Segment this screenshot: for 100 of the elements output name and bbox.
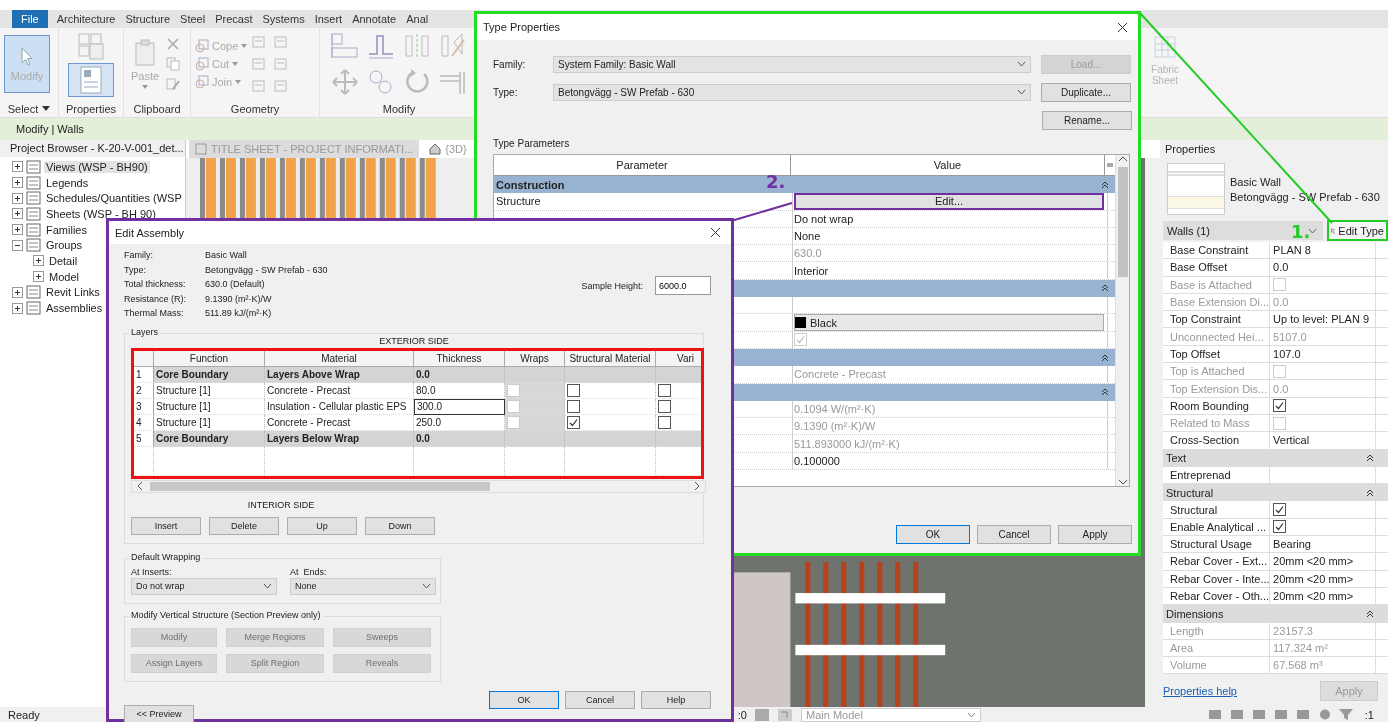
property-name: Structural Usage — [1163, 536, 1271, 553]
column-header: Material — [265, 350, 414, 367]
column-header: Parameter — [494, 155, 791, 175]
layer-button[interactable]: Delete — [209, 516, 279, 535]
property-value[interactable]: Bearing — [1273, 538, 1311, 551]
property-name: Base Offset — [1163, 259, 1271, 276]
browser-title: Project Browser - K-20-V-001_det... — [0, 140, 185, 157]
property-name: Rebar Cover - Oth... — [1163, 587, 1271, 605]
parameter-value[interactable]: Interior — [794, 264, 829, 277]
table-cell: Structure [1] — [154, 414, 265, 431]
parameter-value[interactable]: None — [794, 230, 821, 243]
filter-count: :1 — [1364, 708, 1375, 721]
ribbon-tab[interactable]: Structure — [120, 10, 176, 28]
column-header: Function — [154, 350, 265, 367]
ribbon-tab[interactable]: Anal — [401, 10, 434, 28]
ribbon-tab[interactable]: Annotate — [347, 10, 402, 28]
dialog-button[interactable]: Cancel — [977, 525, 1051, 544]
properties-help-link[interactable]: Properties help — [1163, 685, 1237, 698]
duplicate-button[interactable]: Duplicate... — [1041, 82, 1131, 102]
column-header: Value — [791, 155, 1105, 175]
ribbon-tab[interactable]: Insert — [309, 10, 348, 28]
property-value[interactable]: 107.0 — [1273, 347, 1301, 360]
property-value[interactable]: PLAN 8 — [1273, 244, 1311, 257]
ribbon-tab[interactable]: Precast — [210, 10, 258, 28]
property-value[interactable]: 20mm <20 mm> — [1273, 555, 1354, 568]
property-value[interactable]: 0.0 — [1273, 261, 1289, 274]
preview-button[interactable]: << Preview — [124, 704, 194, 722]
group-header: Text — [1166, 452, 1187, 465]
table-cell: Structure [1] — [154, 398, 265, 415]
parameter-value[interactable]: Do not wrap — [794, 212, 854, 225]
tree-item[interactable]: Schedules/Quantities (WSP — [0, 190, 185, 207]
dialog-button[interactable]: Apply — [1058, 525, 1132, 544]
status-text: Ready — [8, 708, 40, 721]
color-button[interactable]: Black — [794, 314, 1104, 332]
thickness-field[interactable]: 300.0 — [414, 398, 505, 415]
dialog-title: Edit Assembly — [115, 226, 185, 239]
group-title: Default Wrapping — [129, 551, 203, 562]
column-header: Thickness — [414, 350, 505, 367]
ribbon-tab[interactable]: Architecture — [51, 10, 121, 28]
property-name: Base Constraint — [1163, 242, 1271, 259]
info-label: Type: — [124, 264, 147, 275]
tree-item[interactable]: Sheets (WSP - BH 90) — [0, 206, 185, 222]
layer-button[interactable]: Down — [365, 516, 435, 535]
layer-button[interactable]: Insert — [131, 516, 201, 535]
panel-title: Select — [0, 100, 58, 117]
info-value: 9.1390 (m²·K)/W — [205, 293, 273, 304]
property-name: Cross-Section — [1163, 432, 1271, 449]
type-family: Basic Wall — [1230, 175, 1282, 188]
sample-height-field[interactable]: 6000.0 — [655, 276, 711, 295]
tree-item[interactable]: Legends — [0, 174, 185, 191]
dialog-button[interactable]: OK — [896, 525, 970, 544]
dialog-title: Type Properties — [483, 21, 561, 33]
table-cell: Structure [1] — [154, 382, 265, 399]
ribbon-tab[interactable]: Steel — [175, 10, 211, 28]
dialog-button[interactable]: OK — [489, 690, 559, 709]
edit-type-button[interactable]: Edit Type — [1327, 220, 1388, 241]
context-label: Modify | Walls — [16, 123, 84, 135]
rename-button[interactable]: Rename... — [1042, 110, 1132, 130]
worksets-count: :0 — [737, 708, 747, 721]
property-value[interactable]: 20mm <20 mm> — [1273, 590, 1354, 603]
wrap-ends-dropdown[interactable]: None — [290, 577, 436, 595]
wrap-inserts-dropdown[interactable]: Do not wrap — [131, 577, 277, 595]
property-name: Volume — [1163, 657, 1271, 674]
property-name: Base is Attached — [1163, 276, 1271, 293]
property-name: Length — [1163, 622, 1271, 639]
group-title: Modify Vertical Structure (Section Preview only) — [129, 609, 323, 620]
group-header: Dimensions — [1166, 607, 1224, 620]
tree-item[interactable]: Views (WSP - BH90) — [0, 159, 185, 175]
property-value[interactable]: Up to level: PLAN 9 — [1273, 313, 1370, 326]
dialog-button[interactable]: Cancel — [565, 690, 635, 709]
type-dropdown[interactable]: Betongvägg - SW Prefab - 630 — [553, 83, 1031, 101]
property-value[interactable]: 20mm <20 mm> — [1273, 572, 1354, 585]
info-label: Family: — [124, 250, 154, 261]
property-name: Top is Attached — [1163, 363, 1271, 380]
column-header: Structural Material — [565, 350, 656, 367]
property-name: Base Extension Di... — [1163, 293, 1271, 311]
property-value[interactable]: Vertical — [1273, 434, 1310, 447]
panel-title: Modify — [381, 101, 417, 117]
layer-button[interactable]: Up — [287, 516, 357, 535]
dialog-button[interactable]: Help — [641, 690, 711, 709]
panel-title: Clipboard — [132, 101, 182, 117]
ribbon-tab[interactable]: Systems — [257, 10, 310, 28]
property-name: Top Extension Dis... — [1163, 380, 1271, 397]
step-number: 1. — [1291, 223, 1311, 241]
family-dropdown[interactable]: System Family: Basic Wall — [553, 55, 1031, 73]
field-label: At Inserts: — [131, 566, 173, 577]
property-name: Area — [1163, 639, 1271, 657]
parameter-value[interactable]: 0.100000 — [794, 454, 840, 467]
property-name: Top Offset — [1163, 345, 1271, 363]
table-cell: Concrete - Precast — [265, 414, 414, 431]
panel-title: Properties — [64, 101, 118, 117]
column-header: Wraps — [505, 350, 565, 367]
ribbon-tab[interactable]: File — [12, 10, 48, 28]
property-name: Enable Analytical ... — [1163, 518, 1271, 536]
panel-title: Geometry — [229, 101, 281, 117]
group-header: Structural — [1166, 486, 1214, 499]
column-header: Vari — [656, 350, 701, 367]
info-value: 511.89 kJ/(m²·K) — [205, 308, 273, 319]
property-name: Rebar Cover - Inte... — [1163, 570, 1271, 587]
info-label: Thermal Mass: — [124, 308, 185, 319]
